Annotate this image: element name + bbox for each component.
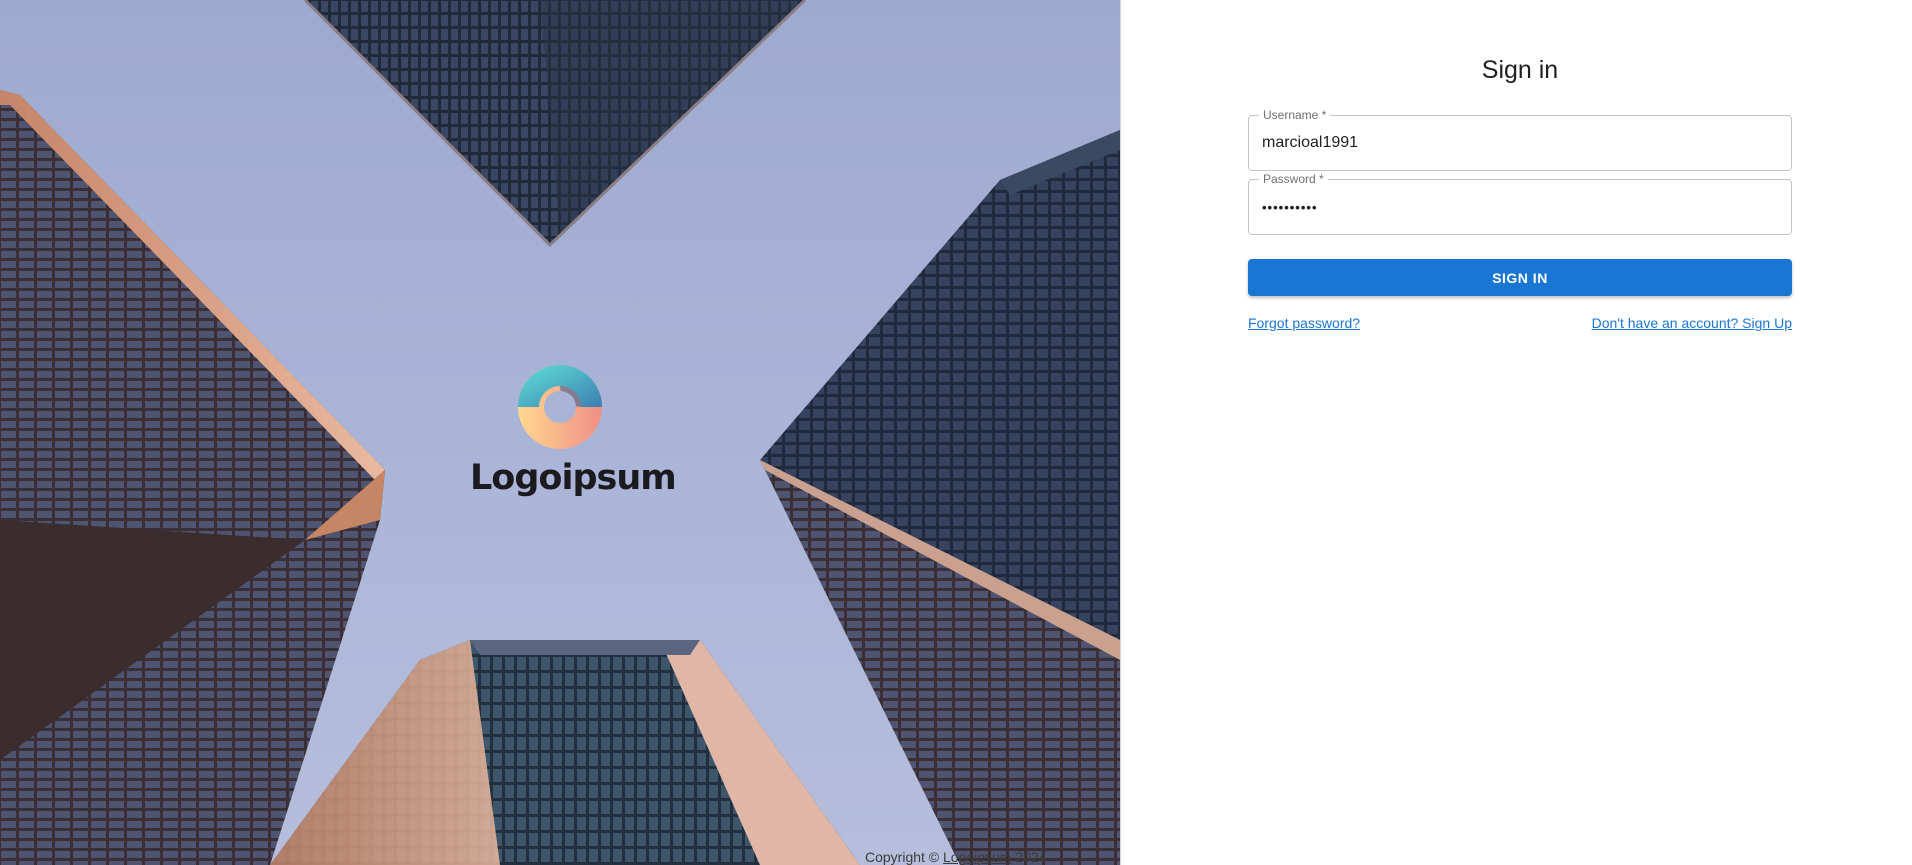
copyright-link[interactable]: Logoipsum (943, 849, 1012, 865)
username-field[interactable]: Username * (1248, 107, 1792, 171)
circular-swirl-logo-icon (518, 365, 602, 449)
copyright-footer: Copyright © Logoipsum 2024. (865, 849, 1050, 865)
copyright-prefix: Copyright © (865, 849, 940, 865)
hero-image-panel: Logoipsum Copyright © Logoipsum 2024. (0, 0, 1120, 865)
password-input[interactable] (1249, 180, 1791, 234)
sign-in-button[interactable]: SIGN IN (1248, 259, 1792, 296)
username-input[interactable] (1249, 116, 1791, 170)
page-title: Sign in (1481, 56, 1559, 84)
copyright-year: 2024. (1015, 849, 1051, 865)
password-field[interactable]: Password * (1248, 171, 1792, 235)
panel-divider (1120, 0, 1121, 865)
sign-up-link[interactable]: Don't have an account? Sign Up (1592, 315, 1792, 331)
forgot-password-link[interactable]: Forgot password? (1248, 315, 1360, 331)
brand-logo: Logoipsum (470, 362, 677, 502)
logo-wordmark: Logoipsum (470, 458, 677, 498)
